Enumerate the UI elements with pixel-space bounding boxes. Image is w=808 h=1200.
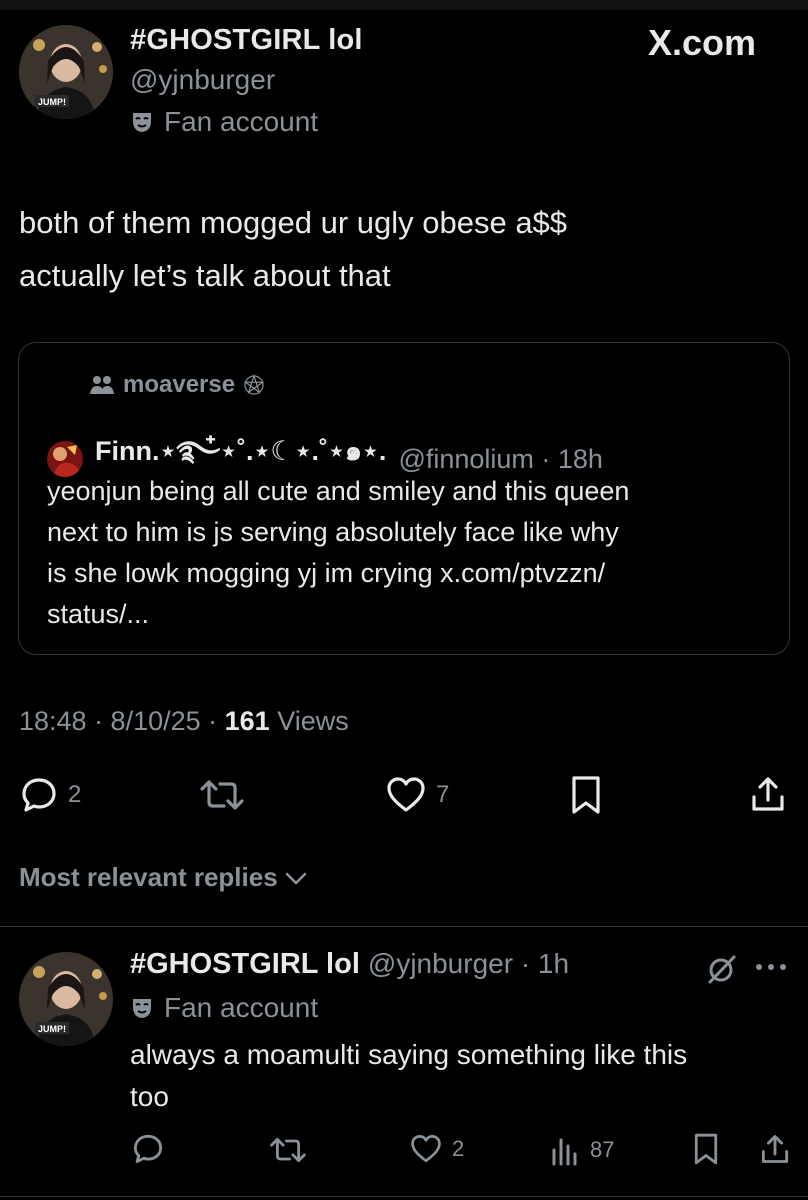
quoted-tweet-text: yeonjun being all cute and smiley and th… bbox=[47, 471, 777, 635]
tweet-meta: 18:48 · 8/10/25 · 161 Views bbox=[19, 706, 349, 737]
fan-account-text: Fan account bbox=[164, 106, 319, 137]
pentagram-icon bbox=[243, 374, 265, 395]
tweet-text-line: actually let’s talk about that bbox=[19, 258, 391, 293]
bar-chart-icon bbox=[552, 1138, 577, 1166]
reply-handle-time[interactable]: @yjnburger · 1h bbox=[368, 948, 569, 980]
reply-views-count: 87 bbox=[590, 1137, 615, 1162]
like-button[interactable]: 7 bbox=[386, 776, 449, 814]
fan-account-label: Fan account bbox=[130, 106, 318, 138]
reply-text-line: too bbox=[130, 1081, 169, 1112]
people-icon bbox=[90, 376, 114, 394]
replies-filter-dropdown[interactable]: Most relevant replies bbox=[19, 862, 308, 893]
reply-display-name[interactable]: #GHOSTGIRL lol bbox=[130, 948, 360, 981]
repost-icon bbox=[200, 780, 244, 810]
chevron-down-icon bbox=[285, 872, 306, 884]
theater-mask-icon bbox=[133, 999, 151, 1018]
user-handle[interactable]: @yjnburger bbox=[130, 64, 275, 96]
reply-bookmark-button[interactable] bbox=[693, 1132, 719, 1166]
divider bbox=[0, 926, 808, 927]
reply-button[interactable]: 2 bbox=[20, 776, 81, 814]
tweet-text-line: both of them mogged ur ugly obese a$$ bbox=[19, 205, 568, 240]
top-edge bbox=[0, 0, 808, 10]
like-count: 7 bbox=[436, 781, 450, 808]
speech-bubble-icon bbox=[133, 1134, 163, 1164]
community-name: moaverse bbox=[123, 371, 236, 398]
quoted-text-line: is she lowk mogging yj im crying x.com/p… bbox=[47, 558, 606, 588]
svg-text:JUMP!: JUMP! bbox=[38, 97, 66, 107]
reply-count: 2 bbox=[68, 781, 82, 808]
quoted-text-line: yeonjun being all cute and smiley and th… bbox=[47, 476, 630, 506]
reply-text-line: always a moamulti saying something like … bbox=[130, 1039, 688, 1070]
heart-icon bbox=[411, 1135, 441, 1163]
ellipsis-icon[interactable] bbox=[754, 962, 788, 972]
share-icon bbox=[752, 777, 784, 811]
bookmark-button[interactable] bbox=[570, 775, 602, 815]
bookmark-icon bbox=[694, 1133, 718, 1165]
views-count: 161 bbox=[224, 706, 270, 736]
avatar[interactable]: JUMP! bbox=[19, 25, 113, 119]
quoted-text-line: next to him is js serving absolutely fac… bbox=[47, 517, 619, 547]
reply-repost-button[interactable] bbox=[270, 1136, 306, 1164]
svg-text:JUMP!: JUMP! bbox=[38, 1024, 66, 1034]
repost-button[interactable] bbox=[200, 778, 244, 812]
display-name[interactable]: #GHOSTGIRL lol bbox=[130, 24, 363, 57]
share-icon bbox=[761, 1135, 789, 1163]
quoted-handle-time[interactable]: @finnolium · 18h bbox=[398, 444, 603, 475]
bottom-divider bbox=[0, 1196, 808, 1197]
heart-icon bbox=[387, 777, 425, 812]
reply-text: always a moamulti saying something like … bbox=[130, 1034, 800, 1118]
replies-filter-label: Most relevant replies bbox=[19, 862, 278, 892]
reply-like-count: 2 bbox=[452, 1136, 465, 1161]
share-button[interactable] bbox=[750, 775, 786, 813]
reply-reply-button[interactable] bbox=[132, 1133, 164, 1165]
tweet-text: both of them mogged ur ugly obese a$$ ac… bbox=[19, 196, 779, 302]
community-label[interactable]: moaverse bbox=[89, 371, 265, 399]
repost-icon bbox=[270, 1137, 306, 1163]
reply-share-button[interactable] bbox=[760, 1132, 790, 1166]
reply-views-button[interactable]: 87 bbox=[550, 1134, 614, 1166]
reply-fan-account-text: Fan account bbox=[164, 992, 319, 1023]
reply-avatar[interactable]: JUMP! bbox=[19, 952, 113, 1046]
reply-like-button[interactable]: 2 bbox=[410, 1134, 464, 1164]
views-label: Views bbox=[269, 706, 349, 736]
theater-mask-icon bbox=[133, 113, 151, 132]
quoted-text-line: status/... bbox=[47, 599, 150, 629]
quoted-tweet-card[interactable]: moaverse Finn.⋆࿐໋⋆˚.⋆☾⋆.˚⋆๑⋆. @finnolium… bbox=[18, 342, 790, 655]
speech-bubble-icon bbox=[22, 778, 56, 812]
reply-header: #GHOSTGIRL lol @yjnburger · 1h bbox=[130, 948, 569, 981]
slashed-circle-icon[interactable] bbox=[706, 953, 738, 985]
reply-fan-account-label: Fan account bbox=[130, 992, 318, 1024]
bookmark-icon bbox=[572, 776, 600, 814]
site-badge: X.com bbox=[648, 22, 757, 63]
tweet-timestamp[interactable]: 18:48 · 8/10/25 · bbox=[19, 706, 225, 736]
